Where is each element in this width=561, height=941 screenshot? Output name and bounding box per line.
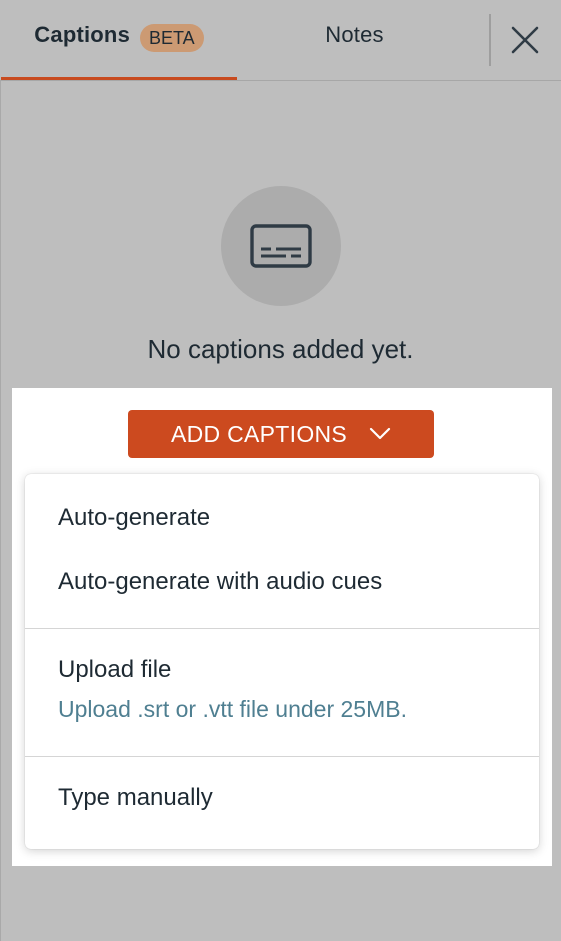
menu-item-upload-file[interactable]: Upload file Upload .srt or .vtt file und… xyxy=(25,656,539,723)
chevron-down-icon xyxy=(369,427,391,441)
captions-panel: Captions BETA Notes No captions added ye… xyxy=(0,0,561,941)
panel-edge xyxy=(0,0,1,941)
beta-badge: BETA xyxy=(140,24,204,52)
active-tab-indicator xyxy=(1,77,237,80)
menu-item-auto-generate[interactable]: Auto-generate xyxy=(25,504,539,532)
subtitles-icon xyxy=(250,224,312,268)
add-captions-button[interactable]: ADD CAPTIONS xyxy=(128,410,434,458)
menu-separator xyxy=(25,756,539,757)
menu-separator xyxy=(25,628,539,629)
close-button[interactable] xyxy=(503,20,547,60)
tab-captions-label: Captions xyxy=(34,22,131,47)
menu-item-auto-generate-audio-cues[interactable]: Auto-generate with audio cues xyxy=(25,568,539,596)
empty-state-message: No captions added yet. xyxy=(147,334,414,364)
header-divider xyxy=(489,14,491,66)
menu-item-label: Auto-generate xyxy=(58,504,211,531)
close-icon xyxy=(511,26,539,54)
tab-captions[interactable]: Captions BETA xyxy=(1,0,237,80)
empty-state-icon-circle xyxy=(221,186,341,306)
panel-header: Captions BETA Notes xyxy=(0,0,561,81)
menu-item-label: Auto-generate with audio cues xyxy=(58,568,383,595)
add-captions-label: ADD CAPTIONS xyxy=(170,420,348,447)
upload-file-hint: Upload .srt or .vtt file under 25MB. xyxy=(58,696,407,722)
tab-notes[interactable]: Notes xyxy=(237,0,472,80)
menu-item-type-manually[interactable]: Type manually xyxy=(25,784,539,812)
menu-item-label: Type manually xyxy=(58,784,213,811)
menu-item-label: Upload file xyxy=(58,656,172,683)
add-captions-menu: Auto-generate Auto-generate with audio c… xyxy=(25,474,539,849)
tab-notes-label: Notes xyxy=(325,22,384,47)
